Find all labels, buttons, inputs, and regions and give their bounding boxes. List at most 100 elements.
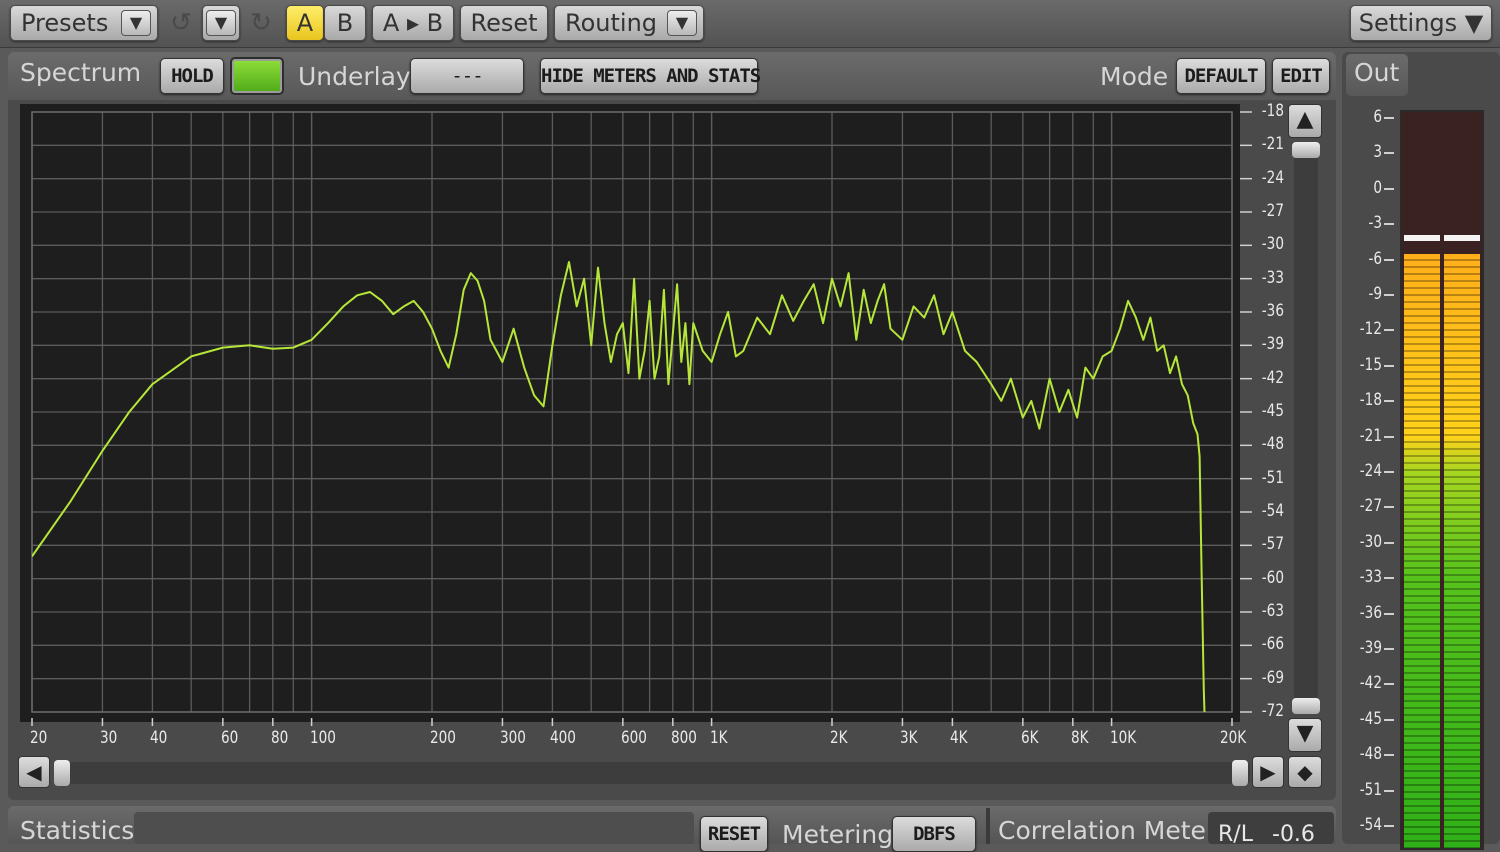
meter-tick-mark [1384, 117, 1394, 119]
meter-tick-label: -42 [1359, 673, 1382, 694]
settings-label: Settings ▼ [1358, 9, 1484, 37]
ab-a-button[interactable]: A [286, 5, 324, 41]
meter-tick-mark [1384, 541, 1394, 544]
x-tick-label: 200 [430, 728, 456, 748]
meter-tick-label: -48 [1359, 744, 1382, 765]
reset-button[interactable]: Reset [460, 5, 548, 41]
vertical-scroll-top-handle[interactable] [1292, 142, 1320, 158]
routing-button[interactable]: Routing ▼ [554, 5, 704, 41]
chevron-down-icon: ▼ [121, 10, 151, 36]
divider [986, 808, 990, 844]
x-tick-label: 10K [1109, 728, 1136, 748]
meter-tick-mark [1384, 789, 1394, 792]
ab-b-button[interactable]: B [324, 5, 366, 41]
meter-channel-fill [1444, 253, 1480, 848]
history-dropdown-button[interactable]: ▼ [202, 5, 240, 41]
y-tick-label: -39 [1261, 334, 1284, 355]
scroll-right-button[interactable]: ▶ [1252, 756, 1284, 788]
meter-tick-label: -33 [1359, 567, 1382, 588]
ab-a-label: A [296, 9, 314, 37]
meter-peak-hold [1404, 235, 1440, 242]
meter-tick-mark [1384, 329, 1394, 332]
horizontal-scroll-left-handle[interactable] [54, 760, 70, 786]
x-tick-label: 4K [950, 728, 968, 748]
horizontal-scrollbar-track[interactable] [54, 762, 1250, 784]
meter-tick-label: -45 [1359, 708, 1382, 729]
x-tick-label: 8K [1070, 728, 1089, 748]
statistics-display [134, 812, 694, 844]
zoom-reset-button[interactable]: ◆ [1288, 756, 1322, 788]
meter-tick-label: -39 [1359, 638, 1382, 658]
meter-tick-label: -36 [1359, 602, 1382, 623]
correlation-meter-label: Correlation Meter [998, 816, 1217, 845]
mode-select[interactable]: DEFAULT [1176, 58, 1266, 94]
y-tick-label: -57 [1261, 534, 1284, 555]
y-tick-label: -45 [1261, 401, 1284, 421]
y-tick-label: -27 [1261, 201, 1284, 221]
spectrum-title: Spectrum [20, 58, 142, 87]
horizontal-scroll-right-handle[interactable] [1232, 760, 1248, 786]
x-tick-label: 100 [309, 728, 336, 748]
x-tick-label: 20K [1220, 728, 1247, 748]
x-tick-label: 30 [100, 728, 118, 748]
meter-tick-label: -27 [1359, 496, 1382, 517]
vertical-scroll-bottom-handle[interactable] [1292, 698, 1320, 714]
mode-label: Mode [1100, 62, 1169, 91]
scroll-down-button[interactable]: ▼ [1288, 718, 1322, 752]
meter-channel-fill [1404, 253, 1440, 848]
meter-tick-mark [1384, 223, 1394, 226]
meter-tick-label: -24 [1359, 461, 1382, 481]
hide-meters-button[interactable]: HIDE METERS AND STATS [540, 58, 761, 94]
y-tick-label: -69 [1261, 667, 1284, 688]
meter-tick-mark [1384, 400, 1394, 403]
x-tick-label: 20 [30, 728, 48, 748]
chevron-down-icon: ▼ [667, 10, 697, 36]
meter-tick-label: -18 [1359, 390, 1382, 411]
metering-select[interactable]: DBFS [892, 816, 976, 852]
meter-tick-mark [1384, 612, 1394, 615]
meter-tick-label: -54 [1359, 815, 1382, 835]
meter-peak-hold [1444, 235, 1480, 242]
meter-tick-label: 6 [1373, 107, 1382, 127]
y-tick-label: -51 [1261, 467, 1284, 488]
settings-button[interactable]: Settings ▼ [1350, 5, 1492, 41]
meter-tick-label: -21 [1359, 425, 1382, 446]
scroll-left-button[interactable]: ◀ [18, 756, 50, 788]
presets-button[interactable]: Presets ▼ [10, 5, 158, 41]
edit-button[interactable]: EDIT [1272, 58, 1330, 94]
out-meter-title: Out [1354, 58, 1400, 87]
rl-label: R/L [1218, 822, 1253, 847]
stats-reset-button[interactable]: RESET [700, 816, 768, 852]
undo-icon[interactable]: ↺ [166, 8, 196, 38]
underlay-select[interactable]: --- [410, 58, 524, 94]
meter-tick-mark [1384, 683, 1394, 686]
redo-icon[interactable]: ↻ [246, 8, 276, 38]
routing-label: Routing [565, 9, 658, 37]
y-tick-label: -54 [1261, 501, 1284, 521]
chevron-down-icon: ▼ [206, 10, 236, 36]
meter-tick-label: -30 [1359, 531, 1382, 552]
x-tick-label: 300 [500, 728, 527, 748]
ab-copy-button[interactable]: A ▸ B [372, 5, 454, 41]
presets-label: Presets [21, 9, 109, 37]
y-tick-label: -42 [1261, 367, 1284, 388]
y-tick-label: -33 [1261, 267, 1284, 288]
x-tick-label: 800 [670, 728, 697, 748]
rl-value: -0.6 [1272, 822, 1315, 847]
scroll-up-button[interactable]: ▲ [1288, 104, 1322, 138]
x-tick-label: 3K [900, 728, 918, 748]
meter-tick-mark [1384, 471, 1394, 473]
vertical-scrollbar-track[interactable] [1294, 142, 1318, 712]
y-tick-label: -21 [1261, 134, 1284, 155]
meter-tick-label: -12 [1359, 319, 1382, 340]
meter-tick-label: -15 [1359, 354, 1382, 375]
y-tick-label: -72 [1261, 701, 1284, 721]
hold-indicator-toggle[interactable] [230, 57, 284, 95]
y-tick-label: -36 [1261, 301, 1284, 321]
y-tick-label: -18 [1261, 101, 1284, 121]
hold-button[interactable]: HOLD [160, 58, 224, 94]
x-tick-label: 80 [270, 728, 289, 748]
meter-tick-label: 3 [1373, 142, 1382, 163]
x-tick-label: 600 [620, 728, 647, 748]
ab-copy-label: A ▸ B [382, 9, 444, 37]
